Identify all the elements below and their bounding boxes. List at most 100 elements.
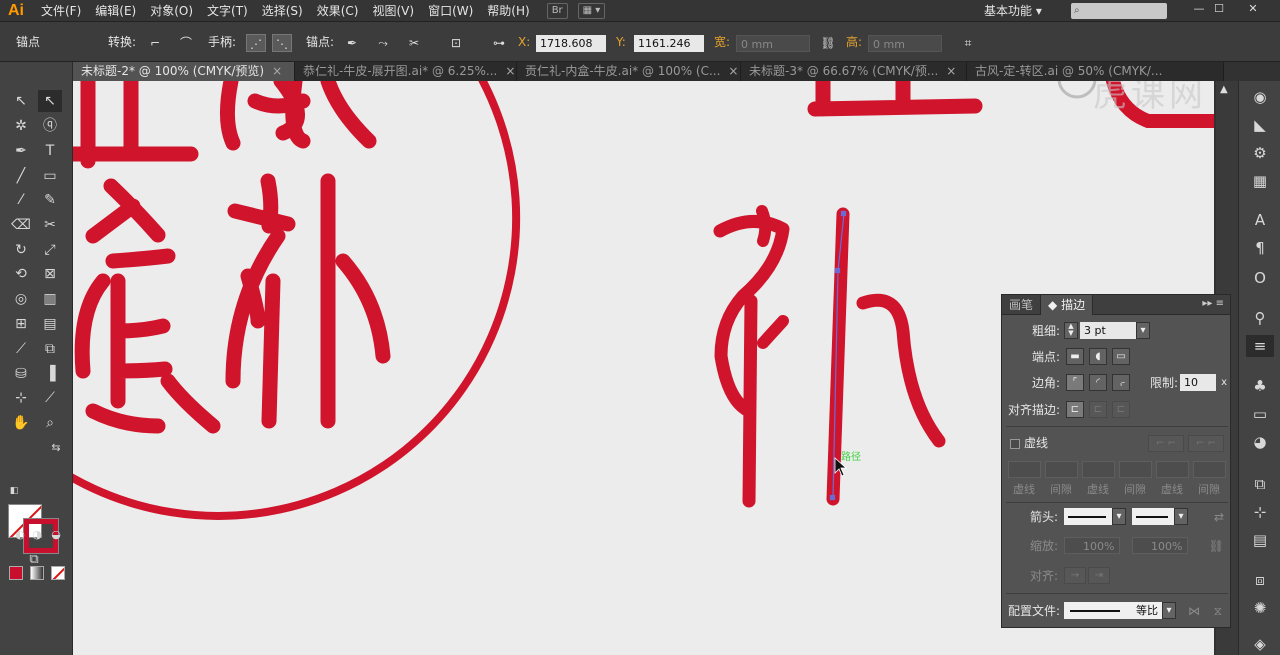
rectangle-tool-icon[interactable]: ▭ — [38, 165, 62, 187]
convert-corner-icon[interactable]: ⌐ — [145, 34, 165, 52]
menu-file[interactable]: 文件(F) — [34, 0, 88, 22]
line-tool-icon[interactable]: ╱ — [9, 165, 33, 187]
zoom-tool-icon[interactable]: ⌕ — [38, 412, 62, 434]
magic-wand-tool-icon[interactable]: ✲ — [9, 115, 33, 137]
arrow-extend-icon[interactable]: → — [1064, 567, 1086, 584]
direct-selection-tool-icon[interactable]: ↖ — [38, 90, 62, 112]
profile-dropdown-icon[interactable]: ▾ — [1162, 602, 1176, 619]
dash-1-field[interactable] — [1008, 461, 1041, 478]
scissors-tool-icon[interactable]: ✂ — [38, 214, 62, 236]
dash-align-icon[interactable]: ⌐ ⌐ — [1188, 435, 1224, 452]
scroll-up-icon[interactable]: ▲ — [1220, 84, 1228, 95]
menu-help[interactable]: 帮助(H) — [480, 0, 536, 22]
butt-cap-icon[interactable]: ▬ — [1066, 348, 1084, 365]
end-scale-field[interactable]: 100% — [1132, 537, 1188, 554]
gradient-icon[interactable]: ▭ — [1246, 403, 1274, 425]
start-scale-field[interactable]: 100% — [1064, 537, 1120, 554]
column-graph-tool-icon[interactable]: ▐ — [38, 363, 62, 385]
tab-document-3[interactable]: 贡仁礼-内盒-牛皮.ai* @ 100% (C... × — [517, 62, 741, 81]
close-tab-icon[interactable]: × — [505, 64, 515, 78]
eyedropper-tool-icon[interactable]: ⟋ — [9, 338, 33, 360]
swap-arrows-icon[interactable]: ⇄ — [1208, 506, 1224, 528]
miter-join-icon[interactable]: ⌜ — [1066, 374, 1084, 391]
stroke-panel-icon[interactable]: ≡ — [1246, 335, 1274, 357]
end-arrow-dropdown-icon[interactable]: ▾ — [1174, 508, 1188, 525]
color-mode-icon[interactable] — [9, 566, 23, 580]
flip-along-icon[interactable]: ⋈ — [1182, 600, 1200, 622]
tab-brushes[interactable]: 画笔 — [1002, 294, 1042, 315]
end-arrow-select[interactable] — [1132, 508, 1174, 525]
tab-stroke[interactable]: ◆ 描边 — [1041, 294, 1094, 315]
close-tab-icon[interactable]: × — [728, 64, 738, 78]
profile-select[interactable]: 等比 — [1064, 602, 1162, 619]
connect-anchor-icon[interactable]: ⤳ — [373, 34, 393, 52]
start-arrow-dropdown-icon[interactable]: ▾ — [1112, 508, 1126, 525]
none-mode-icon[interactable] — [51, 566, 65, 580]
workspace-switcher[interactable]: 基本功能 ▾ — [984, 2, 1042, 20]
gap-1-field[interactable] — [1045, 461, 1078, 478]
rotate-tool-icon[interactable]: ↻ — [9, 239, 33, 261]
height-field[interactable]: 0 mm — [868, 35, 942, 52]
shape-builder-tool-icon[interactable]: ◎ — [9, 288, 33, 310]
layers-stack-icon[interactable]: ◈ — [1246, 633, 1274, 655]
tab-document-4[interactable]: 未标题-3* @ 66.67% (CMYK/预... × — [741, 62, 967, 81]
close-tab-icon[interactable]: × — [272, 64, 282, 78]
transparency-icon[interactable]: ◕ — [1246, 431, 1274, 453]
align-anchor-icon[interactable]: ⊶ — [489, 34, 509, 52]
screen-mode-icon[interactable]: ⧉ — [22, 549, 46, 571]
anchor-point[interactable] — [840, 210, 847, 217]
character-icon[interactable]: A — [1246, 209, 1274, 231]
opentype-icon[interactable]: O — [1246, 267, 1274, 289]
anchor-point[interactable] — [829, 494, 836, 501]
round-cap-icon[interactable]: ◖ — [1089, 348, 1107, 365]
symbol-sprayer-tool-icon[interactable]: ⛁ — [9, 363, 33, 385]
align-panel-icon[interactable]: ▤ — [1246, 529, 1274, 551]
link-proportions-icon[interactable]: ⛓ — [818, 34, 838, 52]
pencil-tool-icon[interactable]: ✎ — [38, 189, 62, 211]
dashed-checkbox[interactable] — [1010, 439, 1020, 449]
gap-2-field[interactable] — [1119, 461, 1152, 478]
search-input[interactable]: ⌕ — [1071, 3, 1167, 19]
mesh-tool-icon[interactable]: ⊞ — [9, 313, 33, 335]
menu-window[interactable]: 窗口(W) — [421, 0, 480, 22]
align-inside-icon[interactable]: ⊏ — [1089, 401, 1107, 418]
type-tool-icon[interactable]: T — [38, 140, 62, 162]
close-button[interactable]: ✕ — [1244, 2, 1262, 16]
gap-3-field[interactable] — [1193, 461, 1226, 478]
lasso-tool-icon[interactable]: ⓠ — [38, 115, 62, 137]
menu-object[interactable]: 对象(O) — [143, 0, 200, 22]
link-scale-icon[interactable]: ⛓ — [1208, 535, 1224, 557]
default-colors-icon[interactable]: ◧ — [2, 480, 26, 502]
color-guide-icon[interactable]: ◣ — [1246, 114, 1274, 136]
brushes-icon[interactable]: ⚲ — [1246, 307, 1274, 329]
minimize-button[interactable]: — — [1190, 2, 1208, 16]
hand-tool-icon[interactable]: ✋ — [9, 412, 33, 434]
tab-document-1[interactable]: 未标题-2* @ 100% (CMYK/预览) × — [73, 62, 295, 81]
blend-tool-icon[interactable]: ⧉ — [38, 338, 62, 360]
warp-tool-icon[interactable]: ⟲ — [9, 263, 33, 285]
free-transform-tool-icon[interactable]: ⊠ — [38, 263, 62, 285]
flip-across-icon[interactable]: ⧖ — [1204, 600, 1222, 622]
align-center-icon[interactable]: ⊏ — [1066, 401, 1084, 418]
swatches-icon[interactable]: ▦ — [1246, 170, 1274, 192]
start-arrow-select[interactable] — [1064, 508, 1112, 525]
arrange-documents-button[interactable]: ▦ ▾ — [577, 2, 606, 19]
weight-field[interactable]: 3 pt — [1080, 322, 1136, 339]
panel-menu-icon[interactable]: ▸▸ ≡ — [1202, 298, 1224, 309]
artboard-tool-icon[interactable]: ⊹ — [9, 387, 33, 409]
perspective-grid-tool-icon[interactable]: ▥ — [38, 288, 62, 310]
menu-edit[interactable]: 编辑(E) — [88, 0, 143, 22]
scale-tool-icon[interactable]: ⤢ — [38, 239, 62, 261]
tab-document-2[interactable]: 恭仁礼-牛皮-展开图.ai* @ 6.25%... × — [295, 62, 517, 81]
maximize-button[interactable]: ☐ — [1210, 2, 1228, 16]
eraser-tool-icon[interactable]: ⌫ — [9, 214, 33, 236]
selection-tool-icon[interactable]: ↖ — [9, 90, 33, 112]
swap-fill-stroke-icon[interactable]: ⇆ — [44, 437, 68, 459]
menu-select[interactable]: 选择(S) — [255, 0, 310, 22]
gradient-tool-icon[interactable]: ▤ — [38, 313, 62, 335]
align-outside-icon[interactable]: ⊏ — [1112, 401, 1130, 418]
width-field[interactable]: 0 mm — [736, 35, 810, 52]
y-field[interactable]: 1161.246 — [634, 35, 704, 52]
x-field[interactable]: 1718.608 — [536, 35, 606, 52]
menu-effect[interactable]: 效果(C) — [310, 0, 366, 22]
